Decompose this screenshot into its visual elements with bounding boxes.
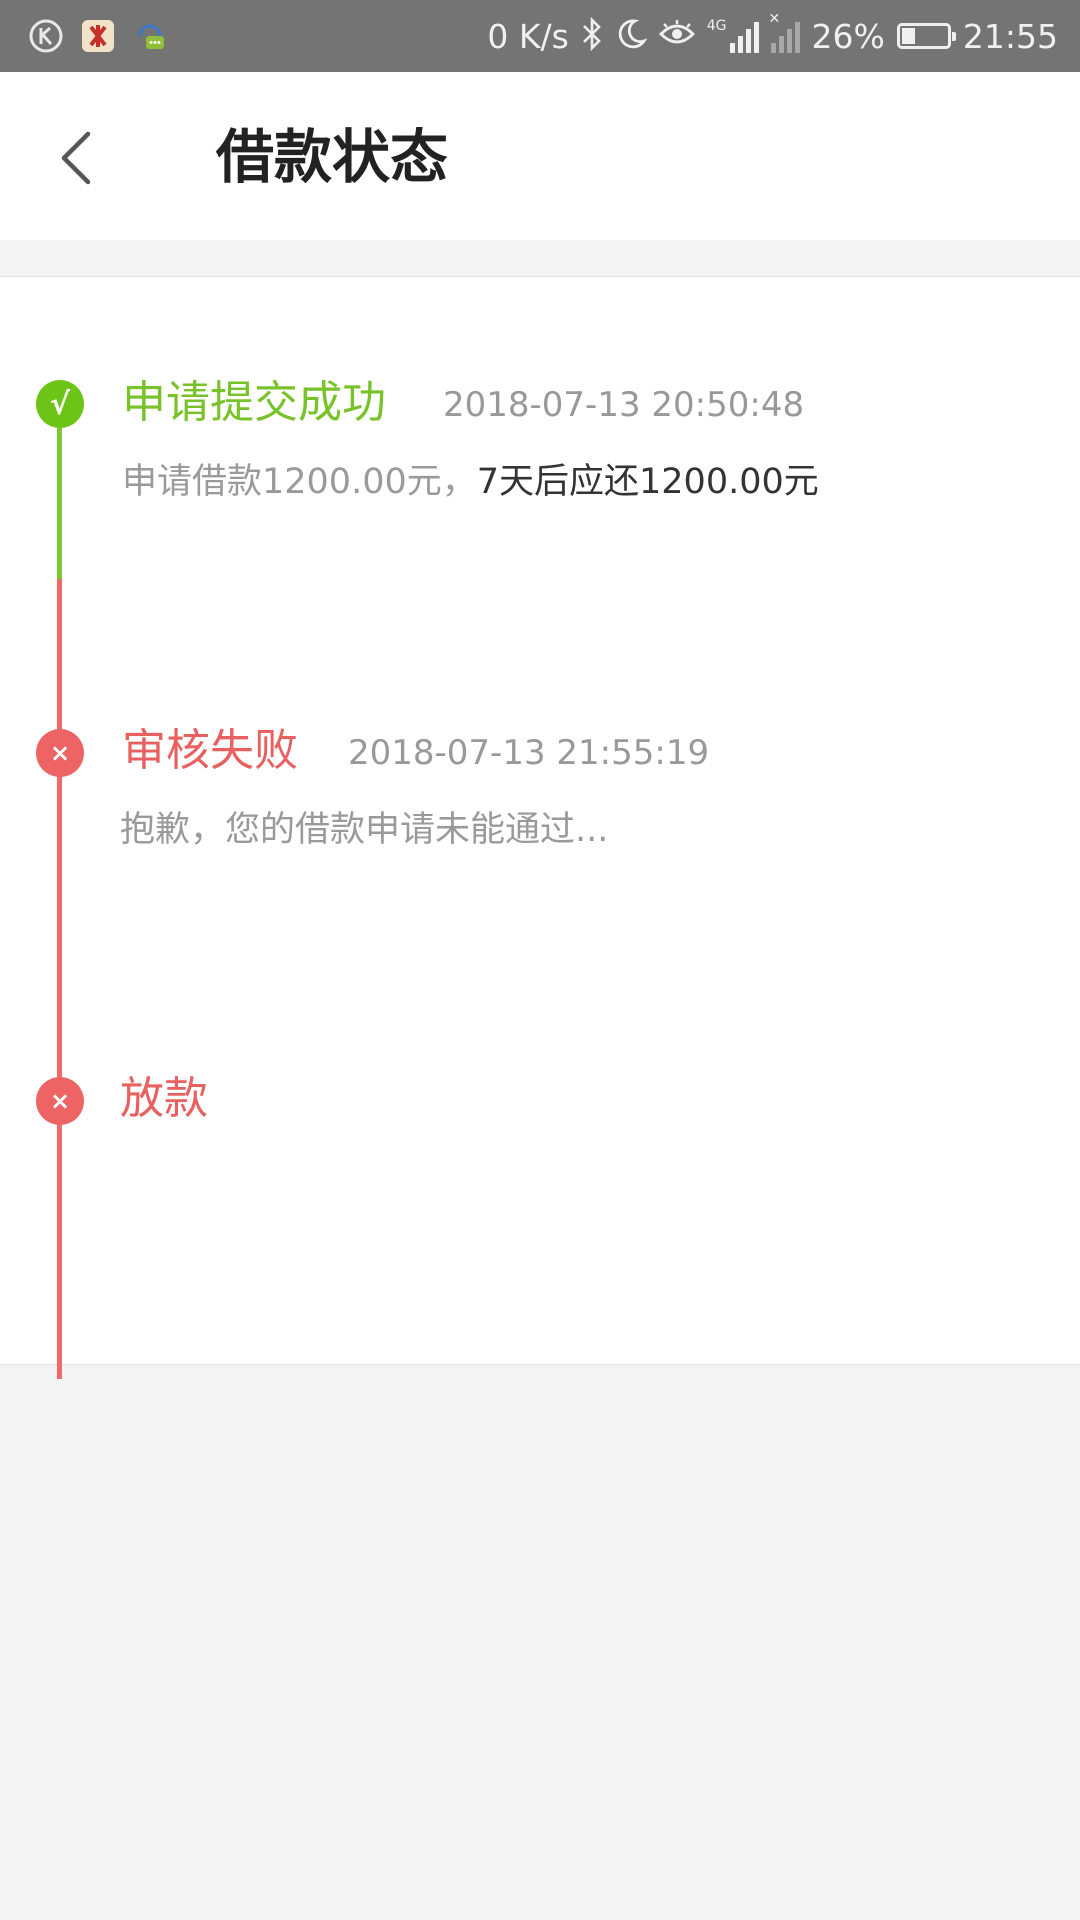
k-app-icon bbox=[26, 16, 66, 56]
back-button[interactable] bbox=[50, 122, 110, 192]
step-desc-review-failed: 抱歉，您的借款申请未能通过... bbox=[120, 810, 609, 850]
cross-icon: × bbox=[36, 729, 84, 777]
timeline-line-success bbox=[57, 404, 62, 579]
step-title-disbursement: 放款 bbox=[120, 1073, 208, 1124]
no-signal-icon: ✕ bbox=[769, 11, 800, 53]
battery-icon bbox=[896, 23, 956, 49]
step-time-review-failed: 2018-07-13 21:55:19 bbox=[348, 733, 710, 773]
step-desc-submitted: 申请借款1200.00元，7天后应还1200.00元 bbox=[122, 457, 819, 507]
moon-icon bbox=[615, 18, 648, 55]
step-title-submitted: 申请提交成功 bbox=[122, 377, 386, 428]
step-time-submitted: 2018-07-13 20:50:48 bbox=[443, 385, 805, 425]
bluetooth-icon bbox=[581, 16, 603, 56]
battery-percent: 26% bbox=[811, 16, 885, 56]
network-type: 4G bbox=[706, 18, 727, 34]
net-speed: 0 K/s bbox=[487, 16, 569, 56]
clock: 21:55 bbox=[962, 16, 1058, 56]
app-header: 借款状态 bbox=[0, 72, 1080, 240]
eye-icon bbox=[658, 19, 695, 53]
loan-amount-text: 申请借款1200.00元， bbox=[122, 462, 477, 502]
chevron-left-icon bbox=[61, 131, 91, 185]
flower-app-icon bbox=[78, 16, 118, 56]
loan-status-timeline: √ 申请提交成功 2018-07-13 20:50:48 申请借款1200.00… bbox=[0, 276, 1080, 1379]
status-bar: 0 K/s 4G ✕ 26% 21:55 bbox=[0, 0, 1080, 72]
page-title: 借款状态 bbox=[216, 123, 449, 191]
step-title-review-failed: 审核失败 bbox=[122, 725, 298, 776]
cross-icon: × bbox=[36, 1077, 84, 1125]
status-indicators: 0 K/s 4G ✕ 26% 21:55 bbox=[487, 11, 1058, 60]
check-icon: √ bbox=[36, 380, 84, 428]
message-app-icon bbox=[130, 16, 170, 56]
notification-icons bbox=[26, 16, 170, 56]
signal-icon: 4G bbox=[707, 19, 759, 53]
repay-amount-text: 7天后应还1200.00元 bbox=[476, 462, 819, 502]
timeline-line-fail bbox=[57, 579, 62, 1379]
